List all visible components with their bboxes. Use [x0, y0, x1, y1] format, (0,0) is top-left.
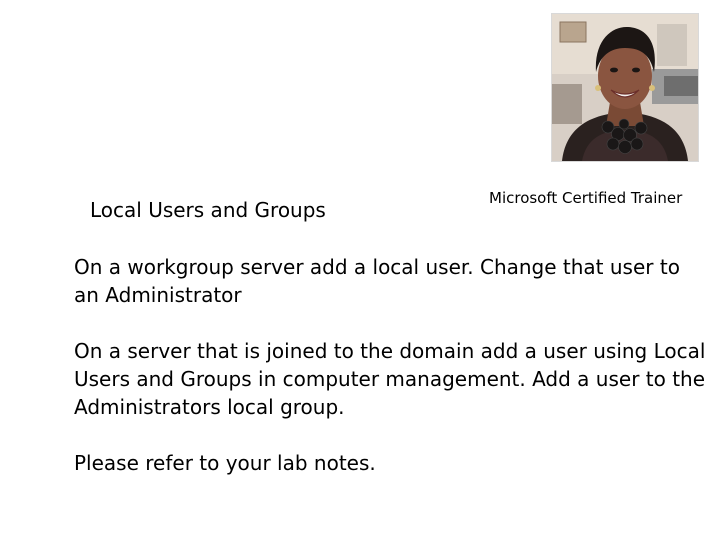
photo-caption: Microsoft Certified Trainer: [489, 189, 683, 207]
slide-body: On a workgroup server add a local user. …: [74, 253, 706, 505]
paragraph-lab-notes: Please refer to your lab notes.: [74, 451, 376, 475]
trainer-photo: [552, 14, 698, 161]
slide: Microsoft Certified Trainer Local Users …: [0, 0, 720, 540]
trainer-portrait-image: [552, 14, 698, 161]
paragraph-domain-instructions: On a server that is joined to the domain…: [74, 339, 706, 419]
paragraph-workgroup-instructions: On a workgroup server add a local user. …: [74, 255, 680, 307]
slide-title: Local Users and Groups: [90, 198, 326, 222]
